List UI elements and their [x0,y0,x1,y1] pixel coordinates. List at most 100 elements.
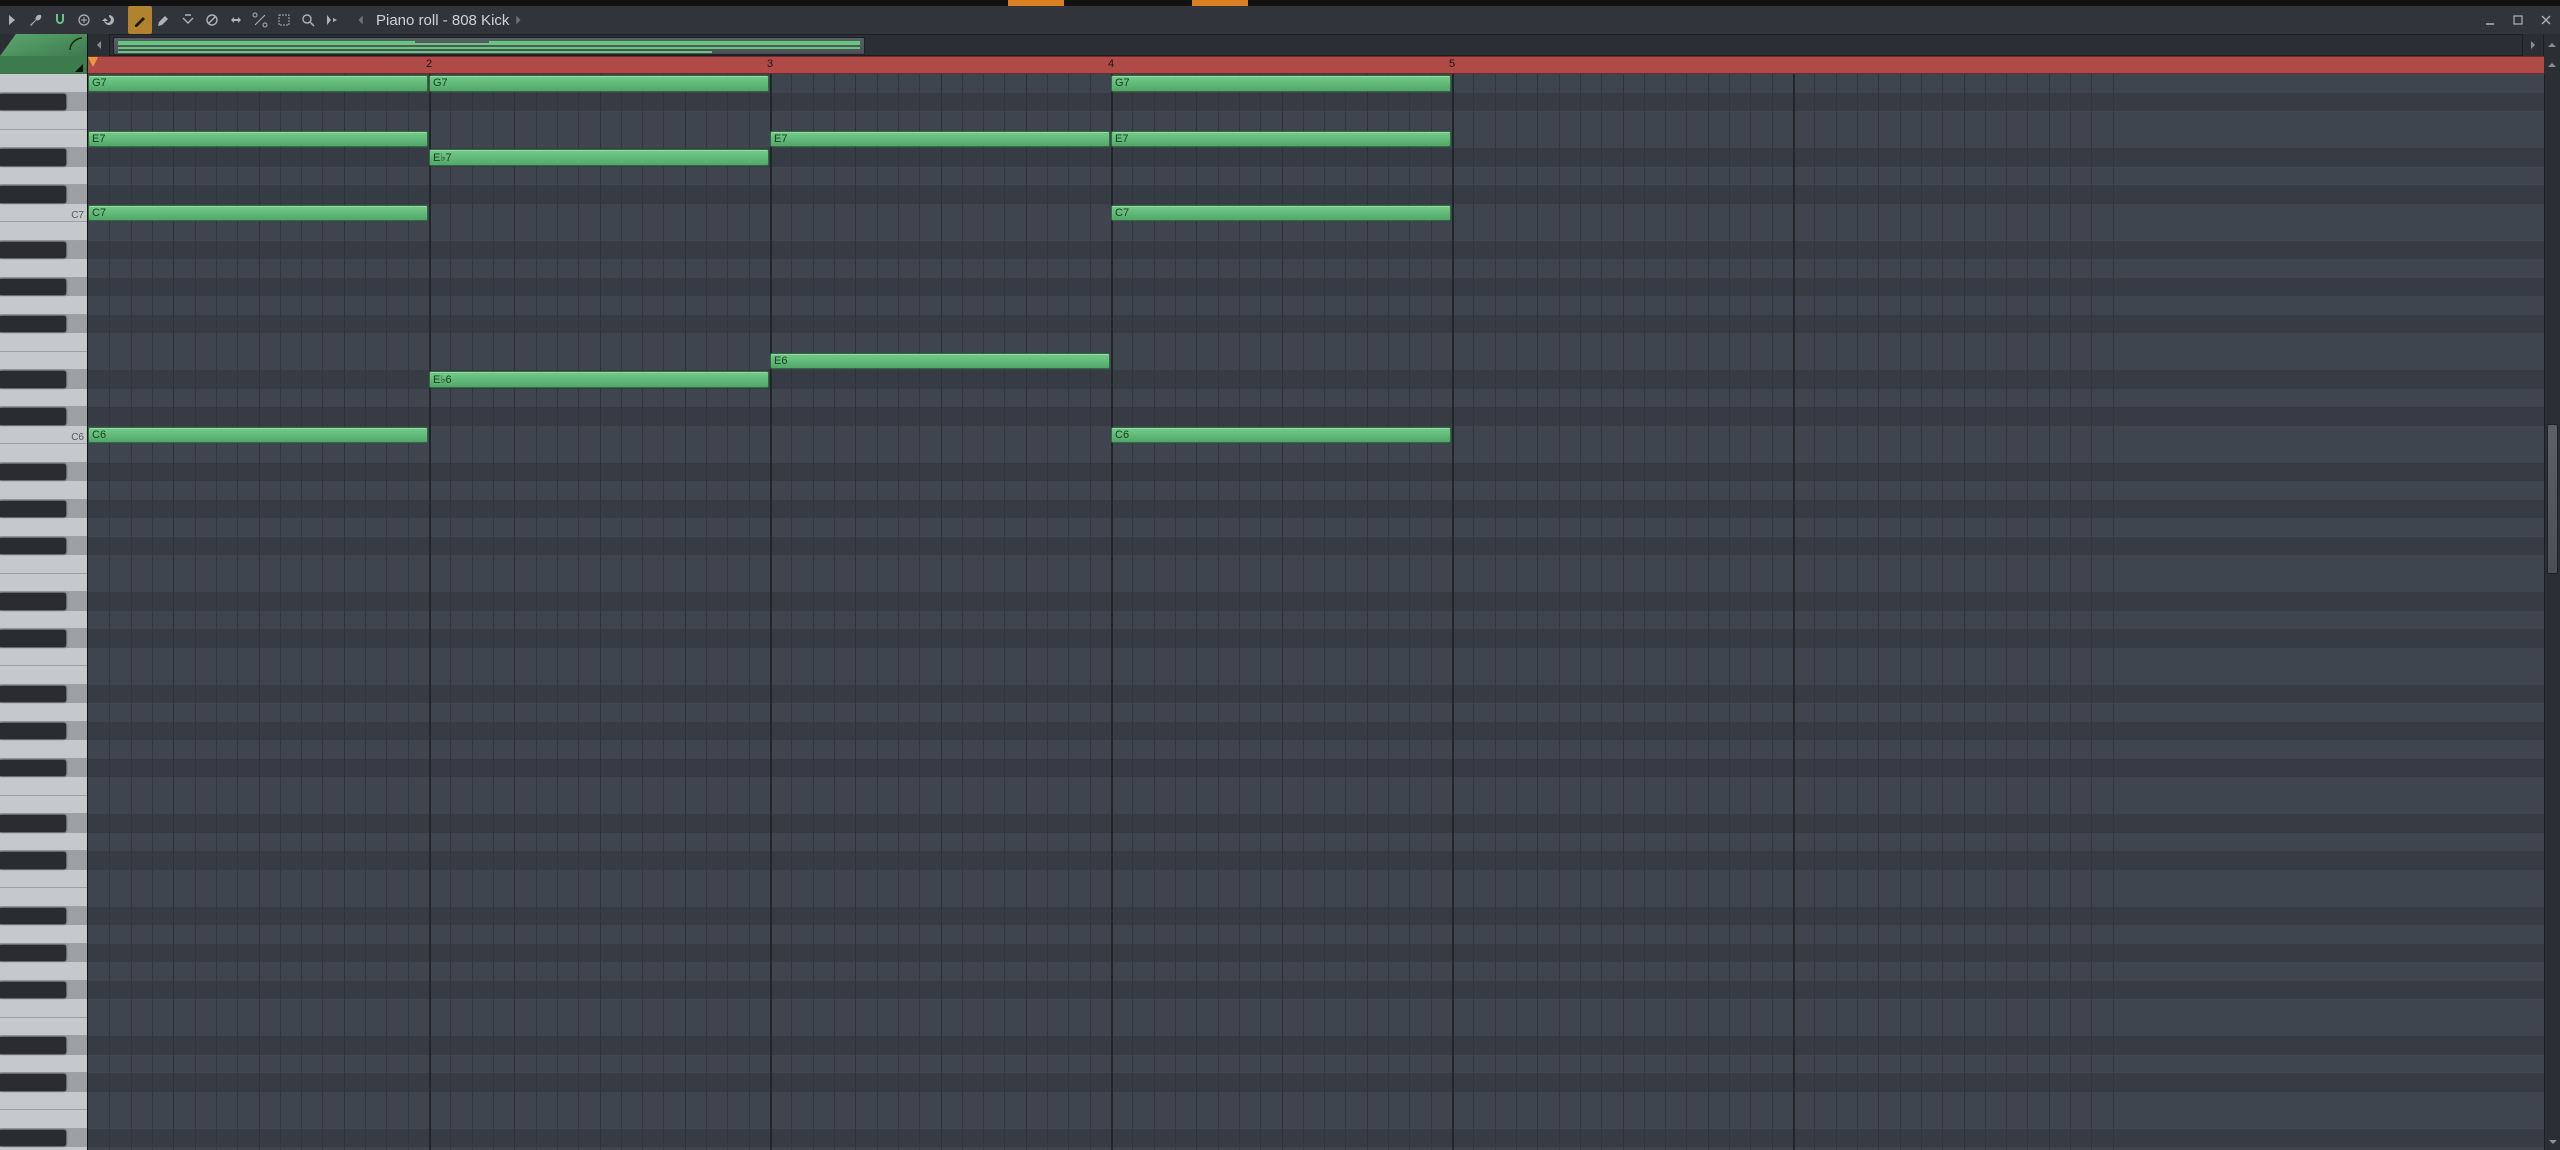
wrench-icon[interactable] [24,6,48,34]
piano-key-white[interactable] [0,481,87,500]
piano-key-white[interactable] [0,111,87,130]
piano-key-black[interactable] [0,501,66,518]
vscroll-down-icon[interactable] [2545,1134,2560,1150]
piano-key-black[interactable] [0,186,66,203]
piano-key-black[interactable] [0,852,66,869]
piano-key-white[interactable] [0,999,87,1018]
ruler-collapse-icon[interactable] [2544,56,2560,74]
piano-key-black[interactable] [0,723,66,740]
midi-note[interactable]: G7 [88,75,428,92]
piano-key-white[interactable]: C7 [0,204,87,223]
piano-key-white[interactable] [0,888,87,907]
piano-key-white[interactable] [0,833,87,852]
piano-key-black[interactable] [0,408,66,425]
menu-arrow-icon[interactable] [0,6,24,34]
piano-key-white[interactable] [0,296,87,315]
piano-key-white[interactable]: C6 [0,426,87,445]
piano-key-white[interactable] [0,333,87,352]
piano-key-white[interactable] [0,74,87,93]
slice-tool-icon[interactable] [248,6,272,34]
channel-prev-icon[interactable] [352,13,370,27]
piano-key-white[interactable] [0,962,87,981]
piano-key-white[interactable] [0,130,87,149]
piano-key-white[interactable] [0,740,87,759]
piano-key-white[interactable] [0,870,87,889]
piano-key-black[interactable] [0,982,66,999]
midi-note[interactable]: E♭7 [429,149,769,166]
piano-key-white[interactable] [0,703,87,722]
paint-tool-icon[interactable] [152,6,176,34]
piano-key-black[interactable] [0,242,66,259]
piano-key-black[interactable] [0,149,66,166]
piano-key-white[interactable] [0,444,87,463]
piano-key-black[interactable] [0,371,66,388]
ruler-corner[interactable] [0,56,88,74]
midi-note[interactable]: G7 [1111,75,1451,92]
overview-thumb[interactable] [113,37,865,55]
piano-key-white[interactable] [0,1110,87,1129]
piano-key-white[interactable] [0,1018,87,1037]
piano-key-black[interactable] [0,945,66,962]
midi-note[interactable]: C7 [1111,205,1451,222]
vertical-scrollbar[interactable] [2544,74,2560,1150]
hscroll-left-arrow[interactable] [88,34,110,56]
close-button[interactable] [2532,6,2560,34]
playback-tool-icon[interactable] [320,6,344,34]
piano-key-black[interactable] [0,686,66,703]
piano-key-white[interactable] [0,611,87,630]
piano-key-white[interactable] [0,352,87,371]
piano-key-white[interactable] [0,259,87,278]
piano-key-white[interactable] [0,925,87,944]
piano-key-black[interactable] [0,1037,66,1054]
stamp-icon[interactable] [72,6,96,34]
midi-note[interactable]: C6 [1111,427,1451,444]
piano-keys[interactable]: C7 C6 [0,74,88,1150]
piano-key-black[interactable] [0,279,66,296]
midi-note[interactable]: E7 [770,131,1110,148]
channel-next-icon[interactable] [509,13,527,27]
maximize-button[interactable] [2504,6,2532,34]
hscroll-right-arrow[interactable] [2522,34,2544,56]
piano-key-white[interactable] [0,518,87,537]
select-tool-icon[interactable] [272,6,296,34]
piano-key-black[interactable] [0,630,66,647]
midi-note[interactable]: E6 [770,353,1110,370]
piano-key-white[interactable] [0,796,87,815]
piano-key-black[interactable] [0,815,66,832]
midi-note[interactable]: G7 [429,75,769,92]
timeline-ruler[interactable]: 2345 [88,56,2544,74]
delete-tool-icon[interactable] [176,6,200,34]
overview-corner[interactable] [0,34,88,56]
undo-icon[interactable] [96,6,120,34]
piano-key-white[interactable] [0,777,87,796]
piano-key-white[interactable] [0,574,87,593]
mute-tool-icon[interactable] [200,6,224,34]
piano-key-black[interactable] [0,1074,66,1091]
vscroll-thumb[interactable] [2547,424,2558,574]
slip-tool-icon[interactable] [224,6,248,34]
piano-key-white[interactable] [0,1055,87,1074]
piano-key-black[interactable] [0,908,66,925]
piano-key-white[interactable] [0,167,87,186]
hscroll-collapse-icon[interactable] [2544,34,2560,56]
note-grid[interactable]: C7E7G7C6E♭7G7B♭7E♭6E7A♭7B7E6C7E7G7C6 [88,74,2544,1150]
overview-track[interactable] [110,34,2522,56]
piano-key-white[interactable] [0,648,87,667]
minimize-button[interactable] [2476,6,2504,34]
piano-key-black[interactable] [0,760,66,777]
piano-key-black[interactable] [0,316,66,333]
midi-note[interactable]: C7 [88,205,428,222]
piano-key-white[interactable] [0,666,87,685]
piano-key-black[interactable] [0,593,66,610]
piano-key-white[interactable] [0,555,87,574]
vscroll-up-icon[interactable] [2545,74,2560,90]
piano-key-black[interactable] [0,1130,66,1147]
piano-key-black[interactable] [0,464,66,481]
piano-key-white[interactable] [0,1092,87,1111]
piano-key-black[interactable] [0,538,66,555]
draw-tool-icon[interactable] [128,6,152,34]
piano-key-white[interactable] [0,222,87,241]
midi-note[interactable]: E7 [1111,131,1451,148]
midi-note[interactable]: C6 [88,427,428,444]
magnet-icon[interactable] [48,6,72,34]
